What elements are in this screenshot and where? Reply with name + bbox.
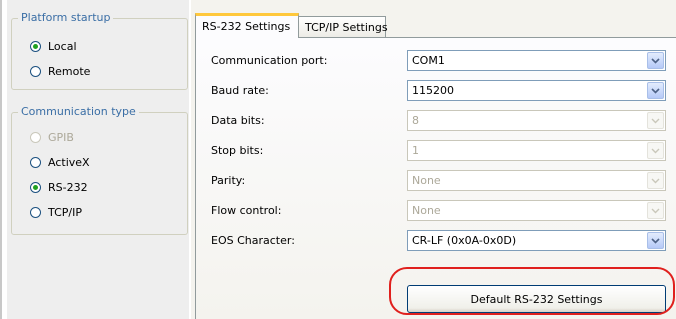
radio-rs232-button[interactable]	[30, 181, 41, 193]
platform-startup-title: Platform startup	[18, 11, 114, 24]
baud-rate-value: 115200	[412, 84, 454, 97]
chevron-down-icon[interactable]	[647, 82, 664, 99]
radio-local[interactable]: Local	[30, 38, 77, 54]
highlight-annotation-circle	[389, 267, 675, 315]
eos-character-value: CR-LF (0x0A-0x0D)	[412, 234, 517, 247]
communication-type-title: Communication type	[18, 105, 139, 118]
stop-bits-value: 1	[412, 144, 419, 157]
radio-rs232-label: RS-232	[48, 180, 88, 194]
communication-port-value: COM1	[412, 54, 445, 67]
communication-port-label: Communication port:	[211, 54, 328, 67]
radio-local-label: Local	[48, 39, 77, 53]
radio-gpib-button	[30, 131, 41, 143]
communication-type-group: Communication type GPIB ActiveX RS-232 T…	[11, 105, 188, 235]
eos-character-select[interactable]: CR-LF (0x0A-0x0D)	[407, 230, 666, 251]
radio-gpib: GPIB	[30, 129, 74, 145]
stop-bits-select: 1	[407, 140, 666, 161]
tab-tcpip-settings[interactable]: TCP/IP Settings	[298, 16, 388, 38]
tab-rs232-settings[interactable]: RS-232 Settings	[195, 13, 299, 38]
data-bits-value: 8	[412, 114, 419, 127]
radio-remote-button[interactable]	[30, 65, 41, 77]
data-bits-select: 8	[407, 110, 666, 131]
radio-tcpip-button[interactable]	[30, 206, 41, 218]
chevron-down-icon	[647, 142, 664, 159]
radio-remote[interactable]: Remote	[30, 63, 90, 79]
radio-tcpip[interactable]: TCP/IP	[30, 204, 82, 220]
chevron-down-icon[interactable]	[647, 232, 664, 249]
radio-remote-label: Remote	[48, 64, 91, 78]
eos-character-label: EOS Character:	[211, 234, 295, 247]
chevron-down-icon	[647, 112, 664, 129]
flow-control-select: None	[407, 200, 666, 221]
radio-tcpip-label: TCP/IP	[48, 205, 82, 219]
data-bits-label: Data bits:	[211, 114, 265, 127]
flow-control-label: Flow control:	[211, 204, 282, 217]
chevron-down-icon	[647, 172, 664, 189]
radio-gpib-label: GPIB	[48, 130, 74, 144]
baud-rate-select[interactable]: 115200	[407, 80, 666, 101]
radio-local-button[interactable]	[30, 40, 41, 52]
stop-bits-label: Stop bits:	[211, 144, 264, 157]
parity-select: None	[407, 170, 666, 191]
radio-activex-label: ActiveX	[48, 155, 90, 169]
radio-activex-button[interactable]	[30, 156, 41, 168]
baud-rate-label: Baud rate:	[211, 84, 269, 97]
radio-rs232[interactable]: RS-232	[30, 179, 88, 195]
parity-label: Parity:	[211, 174, 246, 187]
radio-activex[interactable]: ActiveX	[30, 154, 90, 170]
communication-port-select[interactable]: COM1	[407, 50, 666, 71]
parity-value: None	[412, 174, 441, 187]
flow-control-value: None	[412, 204, 441, 217]
left-panel: Platform startup Local Remote Communicat…	[7, 0, 189, 319]
chevron-down-icon	[647, 202, 664, 219]
window-left-border	[0, 0, 2, 319]
platform-startup-group: Platform startup Local Remote	[11, 11, 188, 90]
chevron-down-icon[interactable]	[647, 52, 664, 69]
